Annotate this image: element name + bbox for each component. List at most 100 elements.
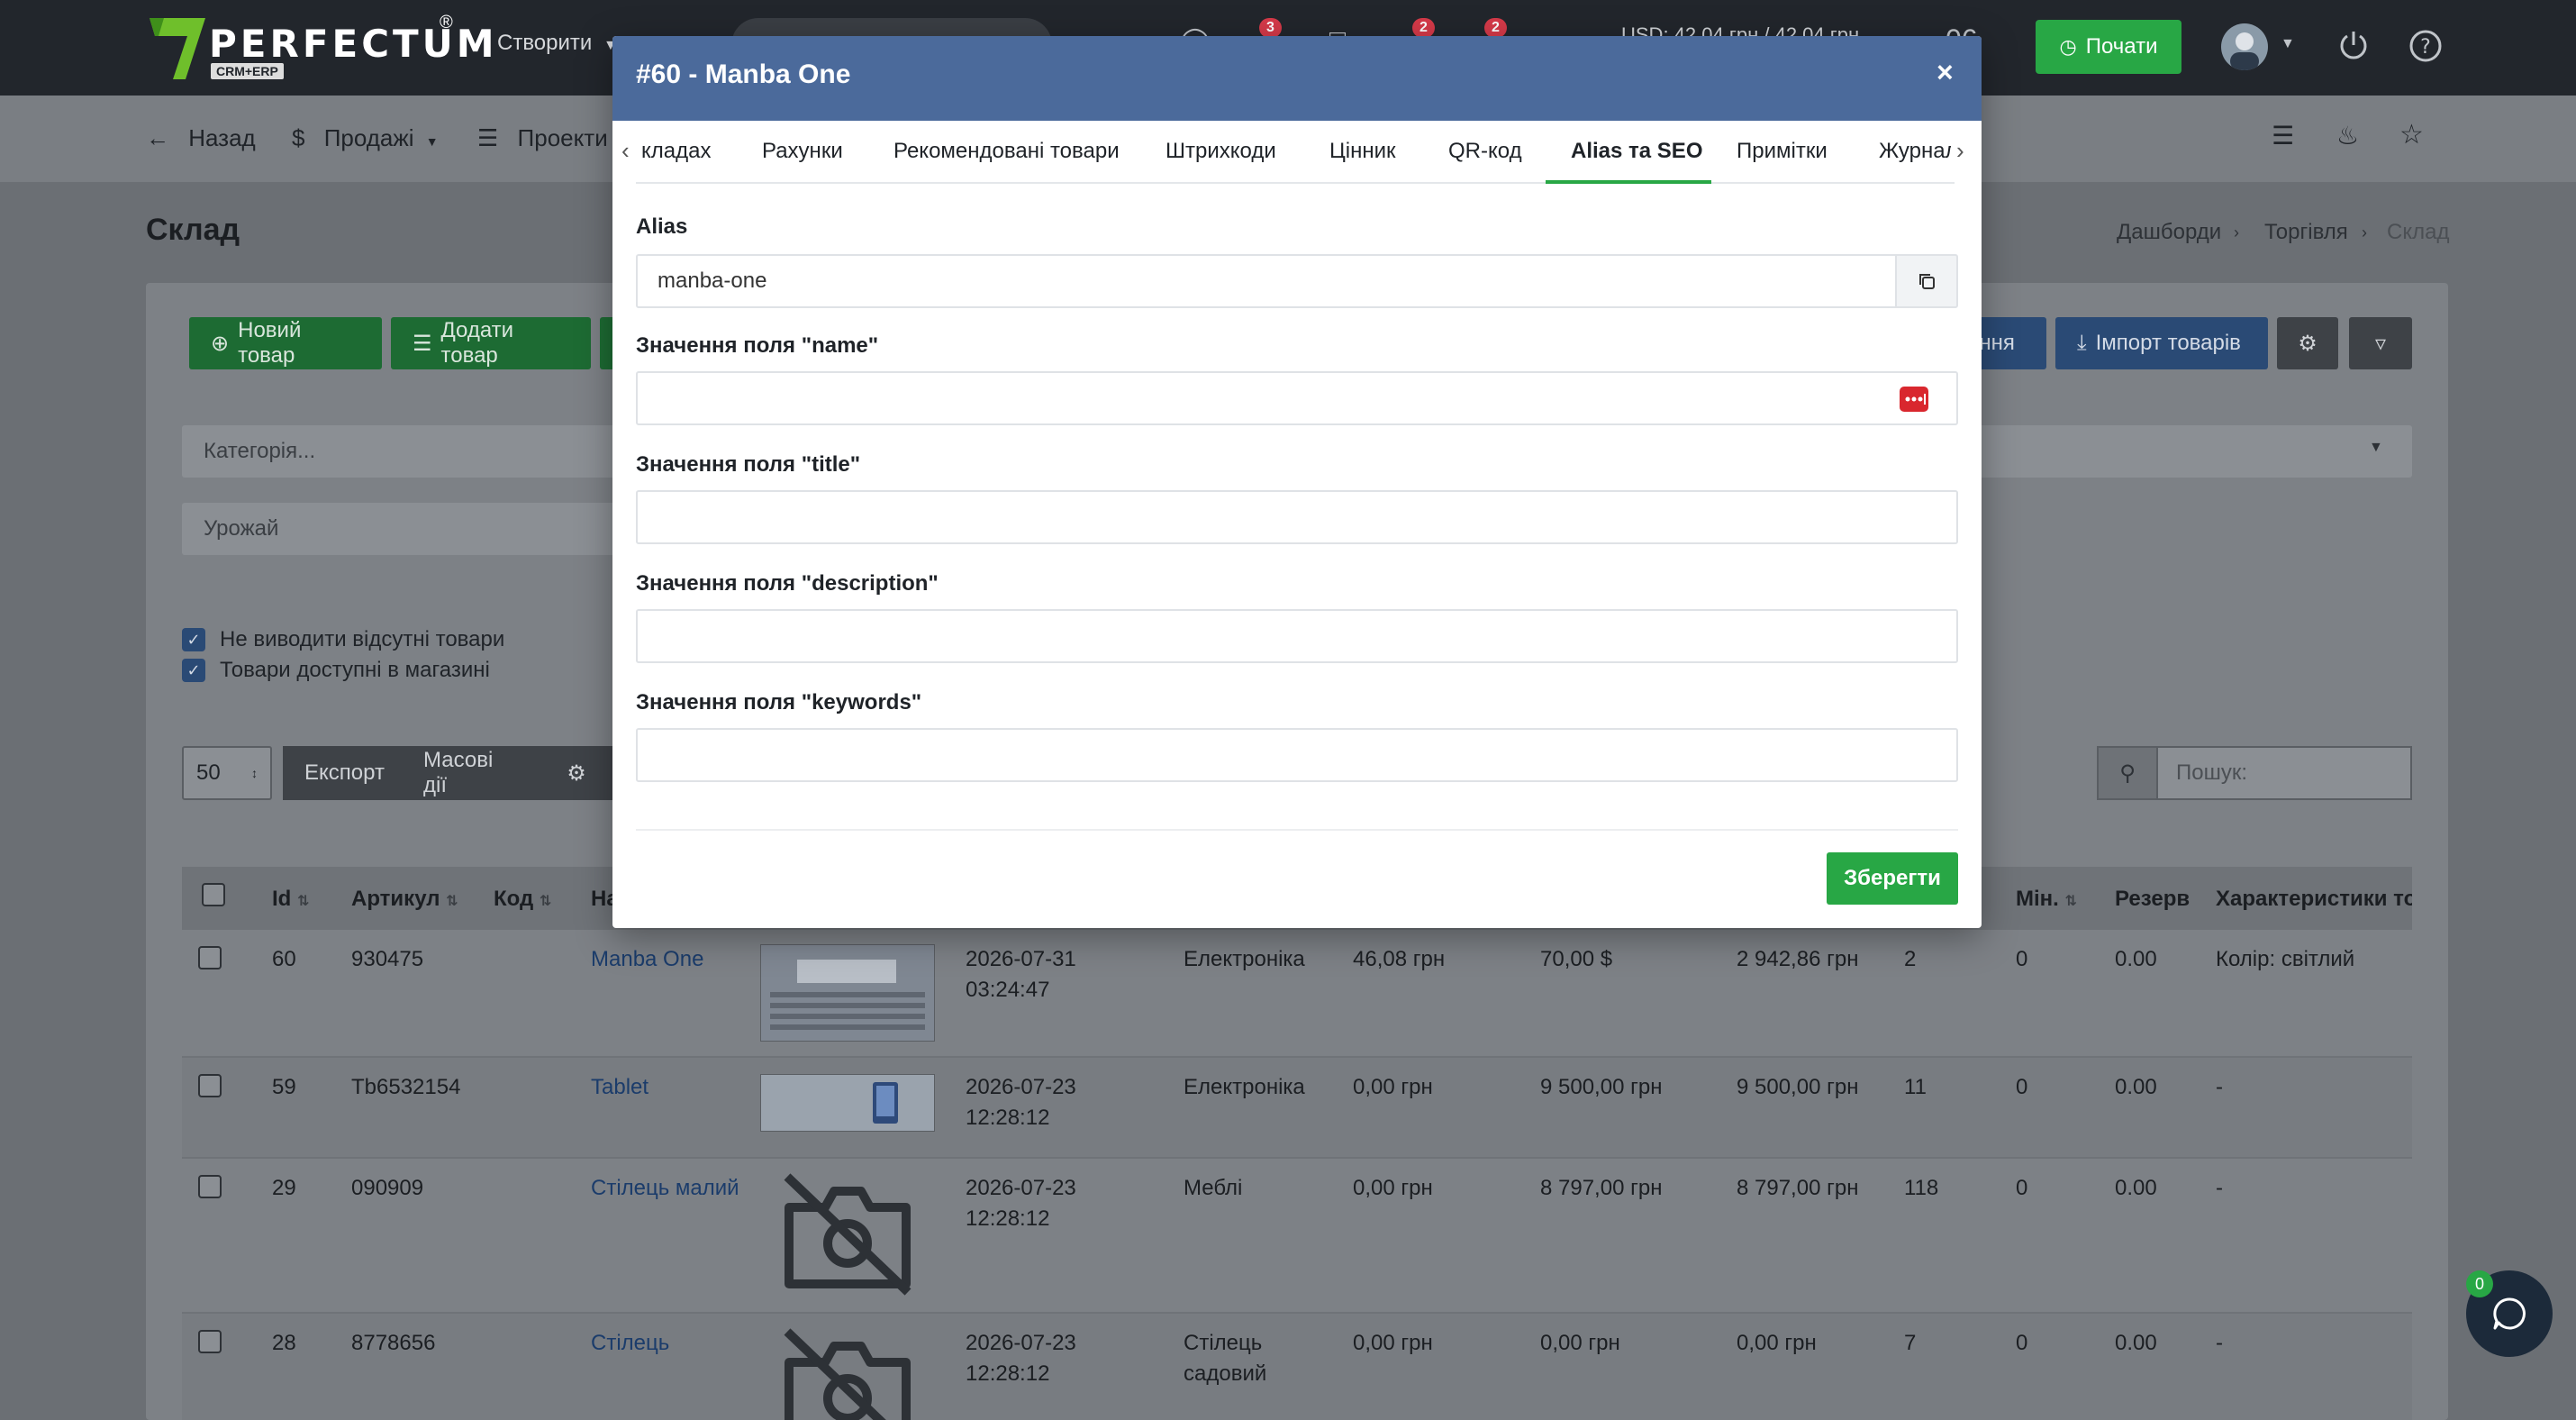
close-icon[interactable]: × bbox=[1937, 56, 1954, 89]
row-reserve: 0.00 bbox=[2115, 1176, 2157, 1200]
sales-menu[interactable]: $ Продажі ▼ bbox=[292, 124, 439, 152]
chevron-left-icon[interactable]: ‹ bbox=[621, 137, 630, 165]
avatar[interactable] bbox=[2221, 23, 2268, 70]
row-reserve: 0.00 bbox=[2115, 1331, 2157, 1355]
logo-icon[interactable] bbox=[146, 16, 209, 81]
alias-label: Alias bbox=[636, 214, 688, 239]
copy-button[interactable] bbox=[1895, 254, 1958, 308]
search-icon[interactable]: ⚲ bbox=[2097, 746, 2158, 800]
select-all-checkbox[interactable] bbox=[202, 883, 225, 906]
row-checkbox[interactable] bbox=[198, 1330, 222, 1353]
tab-invoices[interactable]: Рахунки bbox=[762, 139, 843, 164]
breadcrumb-trade[interactable]: Торгівля bbox=[2264, 220, 2348, 245]
column-header-min[interactable]: Мін. ⇅ bbox=[2016, 887, 2077, 912]
row-cost: 0,00 грн bbox=[1353, 1176, 1433, 1200]
tab-warehouses[interactable]: кладах bbox=[641, 139, 711, 164]
row-characteristics: Колір: світлий bbox=[2216, 947, 2355, 971]
row-product-link[interactable]: Стілець малий bbox=[591, 1173, 739, 1204]
keywords-field-input[interactable] bbox=[636, 728, 1958, 782]
start-timer-label: Почати bbox=[2085, 34, 2158, 59]
columns-settings-button[interactable]: ⚙ bbox=[540, 746, 612, 800]
layers-icon[interactable]: ☰ bbox=[2272, 121, 2294, 150]
row-total: 0,00 грн bbox=[1737, 1331, 1817, 1355]
column-header-reserve[interactable]: Резерв bbox=[2115, 887, 2190, 912]
column-header-sku[interactable]: Артикул ⇅ bbox=[351, 887, 458, 912]
row-product-link[interactable]: Manba One bbox=[591, 944, 703, 975]
row-checkbox[interactable] bbox=[198, 946, 222, 969]
alias-input[interactable]: manba-one bbox=[636, 254, 1897, 308]
new-product-button[interactable]: ⊕ Новий товар bbox=[189, 317, 382, 369]
bulk-actions-button[interactable]: Масові дії bbox=[402, 746, 540, 800]
row-product-link[interactable]: Tablet bbox=[591, 1072, 649, 1103]
row-total: 8 797,00 грн bbox=[1737, 1176, 1859, 1200]
row-date: 2026-07-23 12:28:12 bbox=[966, 1176, 1076, 1231]
row-category: Електроніка bbox=[1184, 947, 1305, 971]
tab-recommended[interactable]: Рекомендовані товари bbox=[893, 139, 1120, 164]
tab-journal[interactable]: Журнал bbox=[1879, 139, 1951, 164]
row-min: 0 bbox=[2016, 1331, 2028, 1355]
back-link[interactable]: ← Назад bbox=[146, 124, 256, 152]
save-button[interactable]: Зберегти bbox=[1827, 852, 1958, 905]
row-product-link[interactable]: Стілець bbox=[591, 1328, 669, 1359]
row-characteristics: - bbox=[2216, 1075, 2223, 1099]
projects-menu[interactable]: ☰ Проекти bbox=[477, 124, 608, 152]
row-price: 9 500,00 грн bbox=[1540, 1075, 1663, 1099]
create-menu-label: Створити bbox=[497, 31, 593, 55]
row-checkbox[interactable] bbox=[198, 1175, 222, 1198]
product-thumbnail[interactable] bbox=[760, 1074, 935, 1132]
column-header-id[interactable]: Id ⇅ bbox=[272, 887, 309, 912]
available-store-checkbox[interactable]: ✓ bbox=[182, 659, 205, 682]
row-category: Меблі bbox=[1184, 1176, 1243, 1200]
column-header-code[interactable]: Код ⇅ bbox=[494, 887, 551, 912]
chevron-down-icon[interactable]: ▼ bbox=[2281, 36, 2295, 52]
tab-price-tag[interactable]: Цінник bbox=[1329, 139, 1396, 164]
name-field-label: Значення поля "name" bbox=[636, 333, 879, 358]
search-placeholder: Пошук: bbox=[2176, 760, 2248, 785]
filter-button[interactable]: ▿ bbox=[2349, 317, 2412, 369]
start-timer-button[interactable]: ◷ Почати bbox=[2036, 20, 2181, 74]
per-page-value: 50 bbox=[196, 760, 221, 785]
export-button[interactable]: Експорт bbox=[283, 746, 402, 800]
clock-icon: ◷ bbox=[2059, 35, 2077, 58]
modal-footer-divider bbox=[636, 829, 1958, 831]
add-product-button[interactable]: ☰ Додати товар bbox=[391, 317, 591, 369]
power-icon[interactable] bbox=[2336, 29, 2371, 63]
star-icon[interactable]: ☆ bbox=[2399, 119, 2424, 150]
password-manager-icon[interactable] bbox=[1899, 386, 1929, 413]
row-checkbox[interactable] bbox=[198, 1074, 222, 1097]
help-icon[interactable]: ? bbox=[2408, 29, 2443, 63]
tab-qr-code[interactable]: QR-код bbox=[1448, 139, 1522, 164]
breadcrumb-dashboards[interactable]: Дашборди bbox=[2117, 220, 2221, 245]
new-product-label: Новий товар bbox=[238, 318, 302, 368]
name-field-input[interactable] bbox=[636, 371, 1958, 425]
tab-notes[interactable]: Примітки bbox=[1737, 139, 1828, 164]
row-price: 8 797,00 грн bbox=[1540, 1176, 1663, 1200]
settings-button[interactable]: ⚙ bbox=[2277, 317, 2338, 369]
chevron-right-icon[interactable]: › bbox=[1956, 137, 1964, 165]
description-field-input[interactable] bbox=[636, 609, 1958, 663]
product-modal bbox=[612, 36, 1982, 928]
tab-alias-seo[interactable]: Alias та SEO bbox=[1571, 139, 1702, 164]
tab-barcodes[interactable]: Штрихкоди bbox=[1166, 139, 1276, 164]
product-thumbnail[interactable] bbox=[760, 944, 935, 1042]
row-price: 0,00 грн bbox=[1540, 1331, 1620, 1355]
row-date: 2026-07-23 12:28:12 bbox=[966, 1075, 1076, 1130]
active-tab-indicator bbox=[1546, 180, 1711, 184]
search-input[interactable]: Пошук: bbox=[2158, 746, 2412, 800]
available-store-label: Товари доступні в магазині bbox=[220, 658, 490, 682]
breadcrumb-separator-icon: › bbox=[2362, 223, 2367, 241]
column-header-characteristics[interactable]: Характеристики тов bbox=[2216, 887, 2412, 912]
harvest-select[interactable]: Урожай bbox=[182, 503, 632, 555]
row-characteristics: - bbox=[2216, 1331, 2223, 1355]
per-page-select[interactable]: 50 ↕ bbox=[182, 746, 272, 800]
logo-subtitle: CRM+ERP bbox=[211, 63, 284, 79]
title-field-input[interactable] bbox=[636, 490, 1958, 544]
hide-missing-checkbox[interactable]: ✓ bbox=[182, 628, 205, 651]
row-characteristics: - bbox=[2216, 1176, 2223, 1200]
keywords-field-label: Значення поля "keywords" bbox=[636, 690, 922, 715]
logo-text[interactable]: PERFECTUM bbox=[209, 22, 498, 66]
import-products-button[interactable]: ⤓ Імпорт товарів bbox=[2055, 317, 2268, 369]
fire-icon[interactable]: ♨ bbox=[2336, 121, 2359, 150]
modal-title: #60 - Manba One bbox=[636, 59, 851, 89]
create-menu[interactable]: Створити ▼ bbox=[497, 31, 618, 56]
